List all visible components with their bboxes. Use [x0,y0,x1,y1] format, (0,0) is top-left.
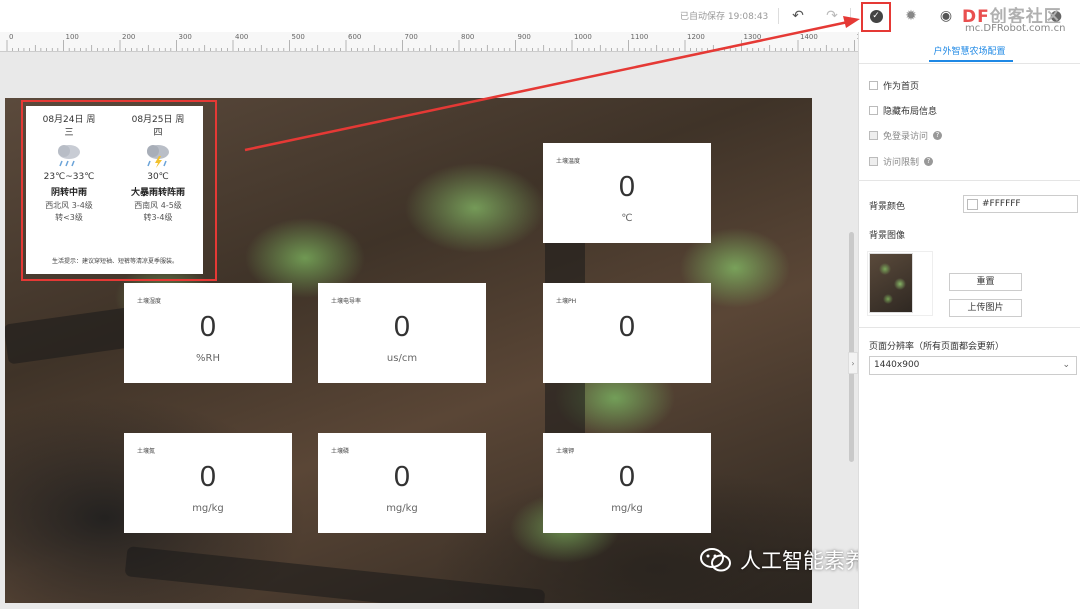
checkbox-access-limit[interactable]: 访问限制 ? [869,155,934,168]
question-icon[interactable]: ? [924,157,934,166]
bg-image-label: 背景图像 [869,231,906,241]
bg-image-thumbnail [869,253,913,313]
resolution-label: 页面分辨率（所有页面都会更新） [869,342,1005,352]
toolbar-separator [850,8,851,24]
ruler-label: 400 [235,33,249,41]
card-unit: %RH [196,353,220,364]
card-value: 0 [618,461,636,493]
autosave-status: 已自动保存 19:08:43 [680,12,769,22]
card-unit: mg/kg [192,503,224,514]
sensor-card-soil-potassium[interactable]: 土壤钾 0 mg/kg [543,433,711,533]
card-label: 土壤钾 [556,448,575,455]
sensor-card-soil-phosphorus[interactable]: 土壤磷 0 mg/kg [318,433,486,533]
weather-highlight-box [21,100,217,281]
sensor-card-soil-conductivity[interactable]: 土壤电导率 0 us/cm [318,283,486,383]
card-label: 土壤湿度 [137,298,162,305]
ruler-label: 300 [178,33,192,41]
card-value: 0 [393,461,411,493]
checkbox-set-home[interactable]: 作为首页 [869,79,919,92]
bg-color-value: #FFFFFF [982,199,1021,209]
ruler-label: 100 [65,33,79,41]
ruler-label: 800 [461,33,475,41]
config-panel: 户外智慧农场配置 [858,32,1080,609]
checkbox-box[interactable] [869,131,878,140]
resolution-value: 1440x900 [874,360,920,370]
sensor-card-soil-temperature[interactable]: 土壤温度 0 ℃ [543,143,711,243]
ruler-label: 900 [517,33,531,41]
card-value: 0 [618,311,636,343]
card-label: 土壤PH [556,298,577,305]
card-value: 0 [618,171,636,203]
checkbox-label: 隐藏布局信息 [883,107,938,117]
card-value: 0 [199,461,217,493]
checkbox-box[interactable] [869,81,878,90]
sensor-card-soil-ph[interactable]: 土壤PH 0 [543,283,711,383]
horizontal-ruler: 0 100 200 300 400 500 600 700 800 900 1000 1100 1200… [0,32,858,52]
card-label: 土壤温度 [556,158,581,165]
ruler-label: 1400 [800,33,818,41]
ruler-label: 1100 [630,33,649,41]
checkbox-box[interactable] [869,106,878,115]
bg-color-field[interactable]: #FFFFFF [963,195,1078,213]
background-tray [124,546,546,603]
bug-icon[interactable]: ✹ [901,6,921,26]
upload-image-button[interactable]: 上传图片 [949,299,1022,317]
checkbox-no-login[interactable]: 免登录访问 ? [869,129,943,142]
checkbox-label: 访问限制 [883,158,920,168]
save-button-highlight [861,2,891,32]
card-label: 土壤氮 [137,448,156,455]
card-unit: us/cm [386,353,418,364]
eye-icon[interactable]: ◉ [936,6,956,26]
checkbox-label: 作为首页 [883,82,920,92]
checkbox-label: 免登录访问 [883,132,929,142]
ruler-label: 1000 [574,33,592,41]
panel-divider [858,180,1080,181]
ruler-label: 200 [122,33,136,41]
ruler-label: 1200 [687,33,705,41]
chevron-down-icon: ⌄ [1062,360,1070,370]
reset-button[interactable]: 重置 [949,273,1022,291]
panel-divider [859,63,1080,64]
checkbox-hide-layout[interactable]: 隐藏布局信息 [869,104,937,117]
card-unit: ℃ [621,213,633,224]
card-label: 土壤电导率 [331,298,362,305]
card-value: 0 [393,311,411,343]
card-label: 土壤磷 [331,448,350,455]
panel-title: 户外智慧农场配置 [933,47,1006,57]
checkbox-box[interactable] [869,157,878,166]
card-value: 0 [199,311,217,343]
card-unit: mg/kg [611,503,643,514]
ruler-label: 600 [348,33,362,41]
panel-divider [858,327,1080,328]
panel-collapse-chevron-icon[interactable]: › [848,352,858,374]
undo-icon[interactable]: ↶ [788,6,808,26]
resolution-select[interactable]: 1440x900 ⌄ [869,356,1077,375]
wechat-icon [700,548,732,572]
ruler-label: 700 [404,33,418,41]
question-icon[interactable]: ? [933,131,943,140]
sensor-card-soil-humidity[interactable]: 土壤湿度 0 %RH [124,283,292,383]
panel-title-underline [929,60,1013,62]
ruler-label: 1300 [743,33,762,41]
toolbar-separator [778,8,779,24]
sensor-card-soil-nitrogen[interactable]: 土壤氮 0 mg/kg [124,433,292,533]
bg-color-label: 背景颜色 [869,202,906,212]
color-swatch[interactable] [967,198,978,210]
canvas-scrollbar[interactable] [849,232,854,462]
card-unit: mg/kg [386,503,418,514]
ruler-label: 0 [9,33,14,41]
ruler-label: 500 [291,33,305,41]
top-toolbar: 已自动保存 19:08:43 ↶ ↷ ✓ ✹ ◉ ● DF创客社区 mc.DFR… [0,0,1080,34]
redo-icon[interactable]: ↷ [822,6,842,26]
